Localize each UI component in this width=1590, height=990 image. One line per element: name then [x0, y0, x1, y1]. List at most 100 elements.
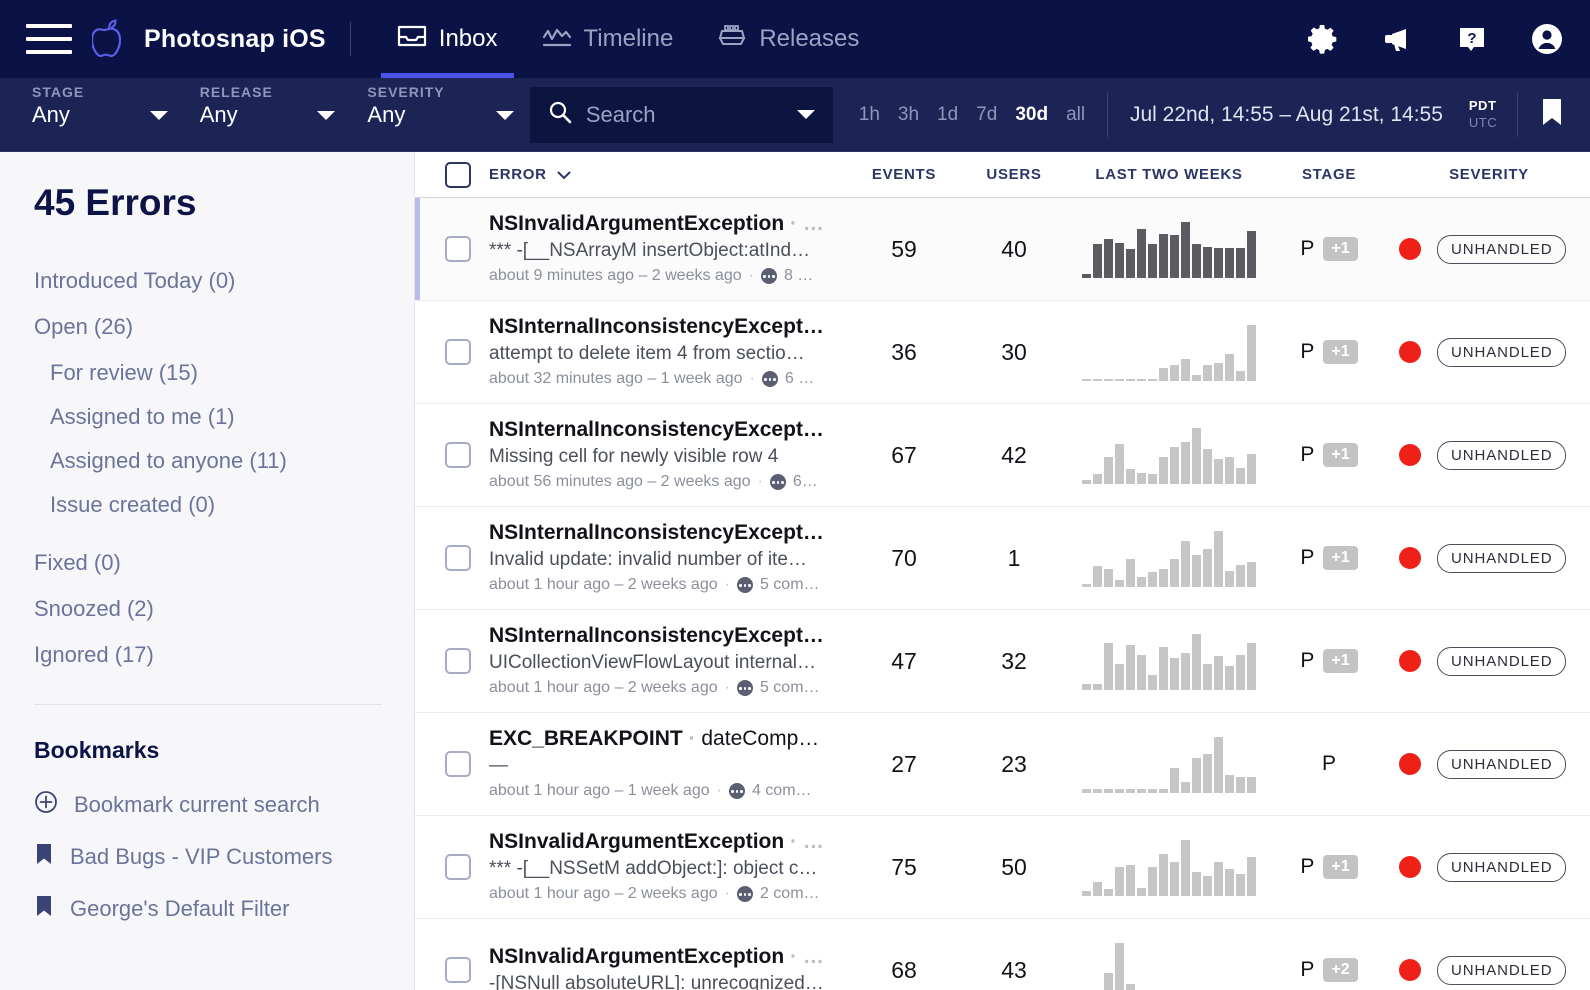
table-row[interactable]: NSInvalidArgumentException · … *** -[__NS…: [415, 198, 1590, 301]
megaphone-icon[interactable]: [1380, 24, 1414, 54]
row-select-checkbox[interactable]: [445, 648, 471, 674]
table-row[interactable]: EXC_BREAKPOINT · dateComp… — about 1 hour …: [415, 713, 1590, 816]
brand-logo[interactable]: Photosnap iOS: [90, 15, 326, 64]
help-icon[interactable]: ?: [1456, 23, 1488, 55]
sparkline-bar: [1225, 666, 1234, 690]
row-select-checkbox[interactable]: [445, 236, 471, 262]
sparkline-bar: [1159, 854, 1168, 896]
stage-filter[interactable]: STAGE Any: [32, 84, 168, 128]
stage-extra-badge[interactable]: +1: [1323, 443, 1358, 467]
sidebar-item-ignored[interactable]: Ignored (17): [34, 642, 414, 668]
stage-extra-badge[interactable]: +1: [1323, 237, 1358, 261]
range-3h[interactable]: 3h: [898, 104, 919, 126]
tab-releases-label: Releases: [759, 25, 860, 52]
sparkline-bar: [1148, 789, 1157, 793]
sparkline-bar: [1159, 647, 1168, 690]
bookmark-item-george-default[interactable]: George's Default Filter: [34, 894, 414, 924]
row-select-checkbox[interactable]: [445, 339, 471, 365]
sidebar-item-open[interactable]: Open (26): [34, 314, 414, 340]
range-1d[interactable]: 1d: [937, 104, 958, 126]
sparkline-bar: [1126, 379, 1135, 381]
row-select-checkbox[interactable]: [445, 957, 471, 983]
severity-filter[interactable]: SEVERITY Any: [367, 84, 514, 128]
error-title: NSInvalidArgumentException · …: [489, 944, 824, 968]
stage-extra-badge[interactable]: +2: [1323, 958, 1358, 982]
row-select-checkbox[interactable]: [445, 545, 471, 571]
sidebar-item-assigned-to-anyone[interactable]: Assigned to anyone (11): [34, 448, 414, 474]
chevron-down-icon[interactable]: [495, 110, 514, 120]
table-row[interactable]: NSInternalInconsistencyExcept… Missing ce…: [415, 404, 1590, 507]
table-row[interactable]: NSInternalInconsistencyExcept… Invalid up…: [415, 507, 1590, 610]
chevron-down-icon[interactable]: [796, 110, 815, 119]
gear-icon[interactable]: [1306, 23, 1338, 55]
sparkline-bar: [1236, 371, 1245, 381]
table-row[interactable]: NSInternalInconsistencyExcept… attempt to…: [415, 301, 1590, 404]
severity-filter-value: Any: [367, 101, 406, 127]
release-filter[interactable]: RELEASE Any: [200, 84, 336, 128]
table-row[interactable]: NSInternalInconsistencyExcept… UICollecti…: [415, 610, 1590, 713]
error-cell[interactable]: NSInvalidArgumentException · … -[NSNull a…: [489, 943, 849, 990]
error-cell[interactable]: NSInternalInconsistencyExcept… UICollecti…: [489, 622, 849, 701]
sidebar-item-snoozed[interactable]: Snoozed (2): [34, 596, 414, 622]
table-row[interactable]: NSInvalidArgumentException · … -[NSNull a…: [415, 919, 1590, 990]
users-count: 50: [1001, 853, 1027, 880]
chevron-down-icon[interactable]: [317, 110, 336, 120]
meta-separator: ·: [724, 679, 730, 697]
tab-inbox[interactable]: Inbox: [375, 0, 520, 78]
select-all-checkbox[interactable]: [445, 161, 471, 188]
bookmark-current-search-button[interactable]: Bookmark current search: [34, 790, 414, 820]
sparkline-bar: [1159, 457, 1168, 484]
error-cell[interactable]: NSInternalInconsistencyExcept… attempt to…: [489, 313, 849, 392]
tab-releases[interactable]: Releases: [695, 0, 881, 78]
comment-icon: [728, 783, 745, 800]
column-header-error[interactable]: ERROR: [489, 166, 849, 183]
error-cell[interactable]: NSInternalInconsistencyExcept… Missing ce…: [489, 416, 849, 495]
stage-extra-badge[interactable]: +1: [1323, 340, 1358, 364]
range-all[interactable]: all: [1066, 104, 1085, 126]
search-input[interactable]: Search: [529, 86, 833, 143]
timezone-secondary: UTC: [1468, 114, 1498, 130]
row-select-checkbox[interactable]: [445, 751, 471, 777]
date-range-picker[interactable]: Jul 22nd, 14:55 – Aug 21st, 14:55: [1130, 103, 1443, 127]
bookmark-item-bad-bugs[interactable]: Bad Bugs - VIP Customers: [34, 842, 414, 872]
stage-extra-badge[interactable]: +1: [1323, 546, 1358, 570]
hamburger-menu-icon[interactable]: [26, 24, 72, 54]
error-cell[interactable]: EXC_BREAKPOINT · dateComp… — about 1 hour …: [489, 725, 849, 804]
row-select-checkbox[interactable]: [445, 854, 471, 880]
range-30d[interactable]: 30d: [1015, 104, 1048, 126]
status-badge: UNHANDLED: [1437, 543, 1567, 573]
column-header-users[interactable]: USERS: [959, 166, 1069, 183]
account-icon[interactable]: [1530, 22, 1564, 56]
error-cell[interactable]: NSInternalInconsistencyExcept… Invalid up…: [489, 519, 849, 598]
table-row[interactable]: NSInvalidArgumentException · … *** -[__NS…: [415, 816, 1590, 919]
meta-separator: ·: [757, 473, 763, 491]
users-count: 1: [1007, 544, 1021, 571]
range-1h[interactable]: 1h: [859, 104, 880, 126]
svg-text:?: ?: [1467, 30, 1476, 47]
sidebar-item-fixed[interactable]: Fixed (0): [34, 550, 414, 576]
stage-extra-badge[interactable]: +1: [1323, 649, 1358, 673]
sparkline-bar: [1214, 531, 1223, 587]
bookmark-icon[interactable]: [1538, 96, 1566, 133]
sidebar-item-assigned-to-me[interactable]: Assigned to me (1): [34, 404, 414, 430]
column-header-stage[interactable]: STAGE: [1269, 166, 1389, 183]
sparkline-bar: [1093, 789, 1102, 793]
sidebar-item-for-review[interactable]: For review (15): [34, 360, 414, 386]
row-select-checkbox[interactable]: [445, 442, 471, 468]
column-header-severity[interactable]: SEVERITY: [1389, 166, 1589, 183]
column-header-events[interactable]: EVENTS: [849, 166, 959, 183]
stage-extra-badge[interactable]: +1: [1323, 855, 1358, 879]
meta-separator: ·: [748, 267, 754, 285]
timezone-toggle[interactable]: PDT UTC: [1469, 98, 1497, 131]
sidebar-item-introduced-today[interactable]: Introduced Today (0): [34, 268, 414, 294]
error-title: NSInternalInconsistencyExcept…: [489, 314, 824, 338]
chevron-down-icon[interactable]: [149, 110, 168, 120]
range-7d[interactable]: 7d: [976, 104, 997, 126]
error-cell[interactable]: NSInvalidArgumentException · … *** -[__NS…: [489, 210, 849, 289]
error-cell[interactable]: NSInvalidArgumentException · … *** -[__NS…: [489, 828, 849, 907]
tab-timeline[interactable]: Timeline: [520, 0, 696, 78]
error-title: NSInternalInconsistencyExcept…: [489, 417, 824, 441]
sidebar-item-issue-created[interactable]: Issue created (0): [34, 492, 414, 518]
sparkline-chart: [1082, 220, 1256, 278]
severity-dot-icon: [1399, 650, 1421, 672]
